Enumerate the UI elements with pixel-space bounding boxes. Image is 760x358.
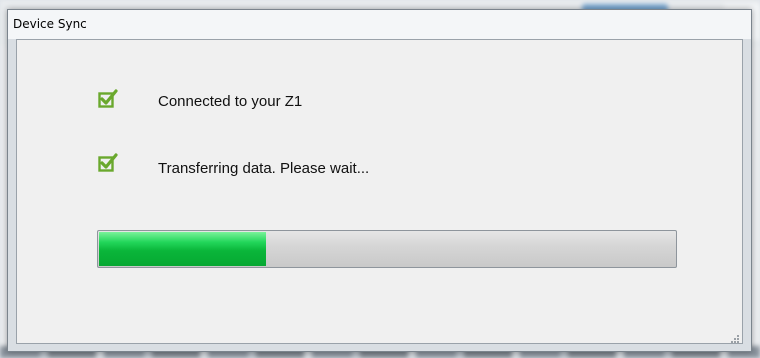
step-transferring-label: Transferring data. Please wait... bbox=[158, 160, 370, 177]
dialog-title: Device Sync bbox=[13, 17, 87, 31]
transfer-progress-bar bbox=[97, 230, 677, 268]
step-transferring: Transferring data. Please wait... bbox=[97, 152, 369, 177]
dialog-titlebar[interactable]: Device Sync bbox=[8, 10, 751, 39]
checkbox-checked-icon bbox=[97, 152, 119, 174]
step-connected: Connected to your Z1 bbox=[97, 88, 302, 110]
progress-fill bbox=[99, 232, 266, 266]
resize-grip-icon[interactable] bbox=[730, 331, 740, 343]
checkbox-checked-icon bbox=[97, 88, 119, 110]
step-connected-label: Connected to your Z1 bbox=[158, 93, 303, 110]
device-sync-dialog: Device Sync Connected to your Z1 Transfe… bbox=[7, 9, 752, 352]
dialog-content: Connected to your Z1 Transferring data. … bbox=[16, 39, 743, 344]
